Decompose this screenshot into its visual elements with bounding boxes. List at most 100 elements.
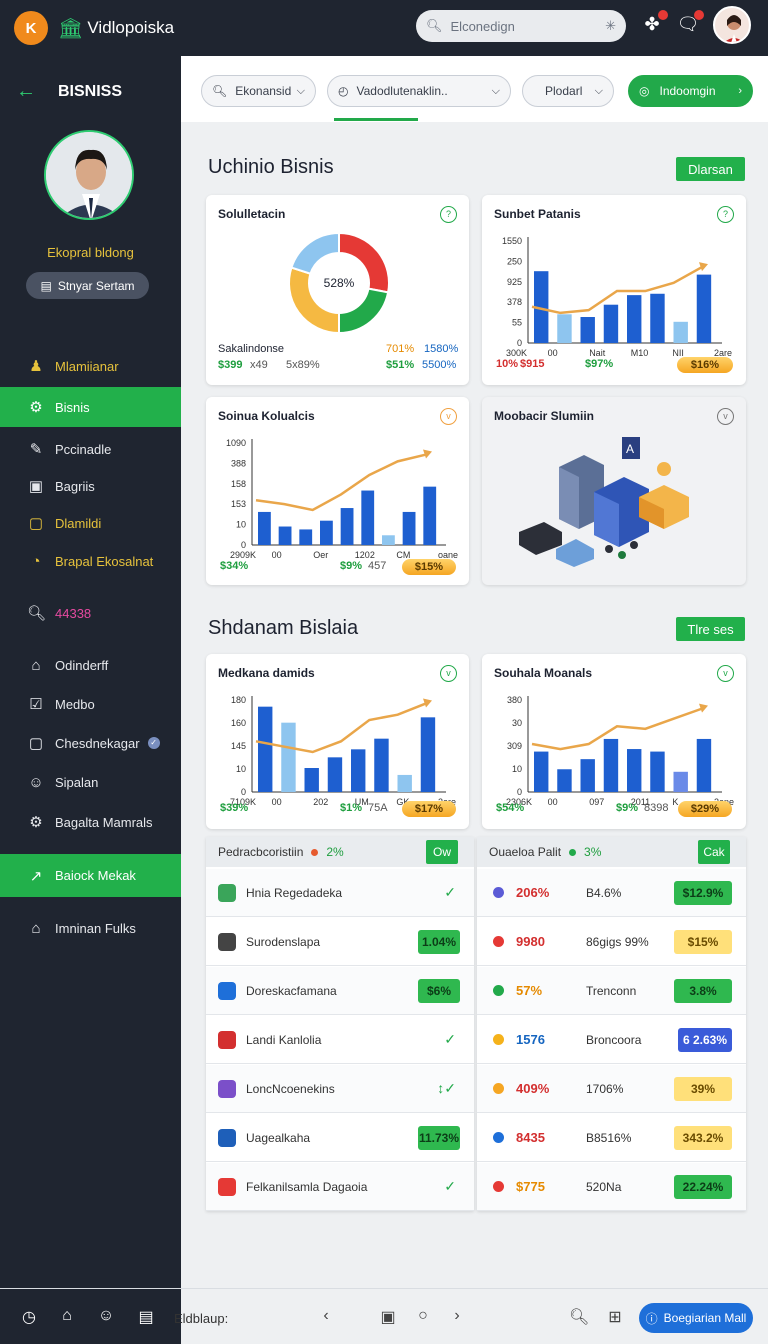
row-name: Trenconn <box>586 983 637 998</box>
chevron-left-icon[interactable]: ‹ <box>316 1307 336 1327</box>
x-tick-label: 300K <box>506 348 527 358</box>
footer-value: 8398 <box>644 802 669 814</box>
section-button[interactable]: Dlarsan <box>676 157 745 181</box>
filter-chip-indoomgin[interactable]: ◎ Indoomgin › <box>628 75 753 107</box>
sparkle-icon[interactable]: ✳ <box>605 18 616 34</box>
filter-chip-ekonansid[interactable]: 🔍︎ Ekonansid ⌵ <box>201 75 316 107</box>
sidebar-item-mlamiianar[interactable]: ♟ Mlamiianar <box>0 346 181 386</box>
inbox-icon[interactable]: ▤ <box>136 1307 156 1327</box>
row-name: 1706% <box>586 1081 624 1096</box>
table-row[interactable]: 57% Trenconn 3.8% <box>477 967 746 1015</box>
sidebar-item-dlamildi[interactable]: ▢ Dlamildi <box>0 503 181 543</box>
check-icon[interactable]: ✓ <box>444 1178 456 1195</box>
network-icon[interactable]: ✤ <box>640 10 668 38</box>
filter-chip-plodarl[interactable]: Plodarl ⌵ <box>522 75 614 107</box>
bottom-action-button[interactable]: ⓘ Boegiarian Mall <box>639 1303 753 1333</box>
search-icon: 🔍︎ <box>426 18 443 33</box>
page-icon[interactable]: ▣ <box>378 1307 398 1327</box>
info-icon[interactable]: ? <box>440 206 457 223</box>
row-name: Felkanilsamla Dagaoia <box>246 1179 368 1194</box>
search-input[interactable]: 🔍︎ Elconedign ✳ <box>416 10 626 42</box>
y-tick-label: 145 <box>231 741 246 751</box>
y-tick-label: 10 <box>236 764 246 774</box>
home-icon[interactable]: ⌂ <box>57 1307 77 1327</box>
y-tick-label: 0 <box>517 787 522 797</box>
bar <box>580 759 595 792</box>
check-icon[interactable]: ✓ <box>444 1031 456 1048</box>
circle-icon[interactable]: ○ <box>413 1307 433 1327</box>
table-row[interactable]: Uagealkaha 11.73% <box>206 1114 474 1162</box>
info-icon[interactable]: v <box>440 665 457 682</box>
sidebar-item-bisnis[interactable]: ⚙ Bisnis <box>0 387 181 427</box>
table-row[interactable]: Surodenslapa 1.04% <box>206 918 474 966</box>
y-tick-label: 153 <box>231 499 246 509</box>
bar <box>299 529 313 545</box>
sidebar-item-bagalta-mamrals[interactable]: ⚙ Bagalta Mamrals <box>0 802 181 842</box>
table-row[interactable]: $775 520Na 22.24% <box>477 1163 746 1211</box>
table-row[interactable]: 1576 Broncoora 6 2.63% <box>477 1016 746 1064</box>
chevron-right-icon[interactable]: › <box>447 1307 467 1327</box>
user-avatar[interactable] <box>713 6 751 44</box>
row-name: Landi Kanlolia <box>246 1032 322 1047</box>
back-arrow-icon[interactable]: ← <box>16 80 36 103</box>
sidebar-item-odinderff[interactable]: ⌂ Odinderff <box>0 645 181 685</box>
info-icon[interactable]: v <box>717 408 734 425</box>
sidebar-item-label: Chesdnekagar <box>55 735 140 751</box>
table-row[interactable]: 206% B4.6% $12.9% <box>477 869 746 917</box>
bar <box>402 511 416 545</box>
table-row[interactable]: 9980 86gigs 99% $15% <box>477 918 746 966</box>
sidebar-item-search[interactable]: 🔍︎ 44338 <box>0 593 181 633</box>
sidebar-title: BISNISS <box>58 82 123 100</box>
app-logo[interactable]: K <box>14 11 48 45</box>
x-tick-label: Oer <box>313 550 328 560</box>
status-dot <box>493 985 504 996</box>
table-row[interactable]: Hnia Regedadeka ✓ <box>206 869 474 917</box>
clock-icon[interactable]: ◷ <box>19 1307 39 1327</box>
footer-value: 10% <box>496 358 519 370</box>
sidebar-item-pccinadle[interactable]: ✎ Pccinadle <box>0 429 181 469</box>
info-icon[interactable]: v <box>440 408 457 425</box>
table-header-button[interactable]: Ow <box>426 840 458 864</box>
sidebar-item-medbo[interactable]: ☑ Medbo <box>0 684 181 724</box>
chat-icon[interactable]: ☺ <box>96 1307 116 1327</box>
y-tick-label: 0 <box>241 787 246 797</box>
chat-icon[interactable]: 🗨︎ <box>676 10 704 38</box>
table-header-button[interactable]: Cak <box>698 840 730 864</box>
home-icon: ⌂ <box>31 919 41 937</box>
info-icon[interactable]: ? <box>717 206 734 223</box>
bar <box>258 511 271 545</box>
table-row[interactable]: 409% 1706% 39% <box>477 1065 746 1113</box>
filter-chip-vadodlutenaklin[interactable]: ◴ Vadodlutenaklin.. ⌵ <box>327 75 511 107</box>
add-icon[interactable]: ⊞ <box>605 1307 625 1327</box>
table-row[interactable]: LoncNcoenekins ↕✓ <box>206 1065 474 1113</box>
table-row[interactable]: Felkanilsamla Dagaoia ✓ <box>206 1163 474 1211</box>
footer-label: Sakalindonse <box>218 343 285 355</box>
check-icon[interactable]: ✓ <box>444 884 456 901</box>
sidebar-item-chesdnekagar[interactable]: ▢ Chesdnekagar ✓ <box>0 723 181 763</box>
row-name: Doreskacfamana <box>246 983 337 998</box>
footer-value: $51% <box>386 359 415 371</box>
value-badge: $15% <box>674 929 732 954</box>
brand[interactable]: 🏛 Vidlopoiska <box>58 16 174 41</box>
value-badge: 6 2.63% <box>678 1027 732 1052</box>
sidebar-item-label: Odinderff <box>55 657 109 673</box>
footer-value: $399 <box>218 359 243 371</box>
sidebar-item-brapal-ekosalnat[interactable]: ◔ Brapal Ekosalnat <box>0 541 181 581</box>
sidebar-item-sipalan[interactable]: ☺ Sipalan <box>0 762 181 802</box>
table-row[interactable]: Landi Kanlolia ✓ <box>206 1016 474 1064</box>
active-tab-indicator <box>334 118 418 121</box>
chip-label: Plodarl <box>545 84 583 98</box>
sidebar-item-baiock-mekak[interactable]: ↗ Baiock Mekak <box>0 854 181 897</box>
check-icon[interactable]: ↕✓ <box>437 1080 456 1097</box>
bottom-bar: ◷ ⌂ ☺ ▤ Eldblaup: ‹ ▣ ○ › 🔍︎ ⊞ ⓘ Boegiar… <box>0 1288 768 1344</box>
search-icon[interactable]: 🔍︎ <box>569 1307 589 1327</box>
table-row[interactable]: 8435 B8516% 343.2% <box>477 1114 746 1162</box>
section-button[interactable]: Tlre ses <box>676 617 745 641</box>
profile-button[interactable]: ▤ Stnyar Sertam <box>26 272 149 299</box>
bar <box>603 304 619 343</box>
table-row[interactable]: Doreskacfamana $6% <box>206 967 474 1015</box>
status-dot <box>493 1034 504 1045</box>
sidebar-item-bagriis[interactable]: ▣ Bagriis <box>0 466 181 506</box>
info-icon[interactable]: v <box>717 665 734 682</box>
sidebar-item-imninan-fulks[interactable]: ⌂ Imninan Fulks <box>0 908 181 948</box>
